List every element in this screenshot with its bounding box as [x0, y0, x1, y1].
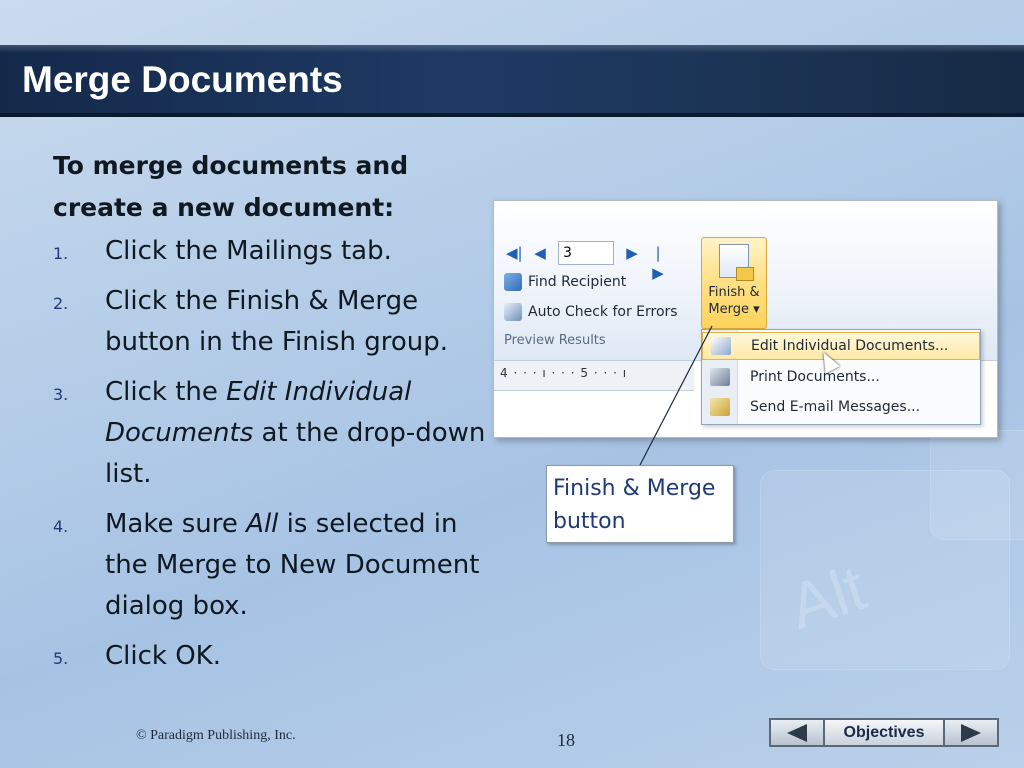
next-record-icon[interactable]: ▶	[624, 243, 640, 263]
menu-item-label: Print Documents...	[750, 369, 880, 385]
auto-check-label: Auto Check for Errors	[528, 304, 678, 320]
step-item: 5. Click OK.	[53, 636, 493, 677]
finish-merge-dropdown: Edit Individual Documents... Print Docum…	[701, 329, 981, 425]
record-navigation: ◀| ◀ 3 ▶ |▶	[506, 241, 666, 282]
step-item: 3. Click the Edit Individual Documents a…	[53, 372, 493, 495]
step-item: 4. Make sure All is selected in the Merg…	[53, 504, 493, 627]
ribbon-screenshot: ◀| ◀ 3 ▶ |▶ Find Recipient Auto Check fo…	[493, 200, 998, 438]
triangle-left-icon	[787, 723, 807, 742]
step-text: Click the Mailings tab.	[105, 236, 392, 266]
step-number: 3.	[53, 385, 69, 404]
triangle-right-icon	[961, 723, 981, 742]
title-bar: Merge Documents	[0, 45, 1024, 117]
objectives-button[interactable]: Objectives	[825, 718, 943, 747]
finish-merge-button[interactable]: Finish & Merge ▾	[701, 237, 767, 329]
copyright-text: © Paradigm Publishing, Inc.	[136, 728, 296, 743]
email-icon	[710, 398, 730, 416]
last-record-icon[interactable]: |▶	[650, 243, 666, 282]
menu-item-label: Send E-mail Messages...	[750, 399, 921, 415]
slide-navigation: Objectives	[769, 718, 999, 747]
step-number: 5.	[53, 649, 69, 668]
first-record-icon[interactable]: ◀|	[506, 243, 523, 263]
next-slide-button[interactable]	[943, 718, 999, 747]
find-recipient-icon	[504, 273, 522, 291]
step-item: 1. Click the Mailings tab.	[53, 231, 493, 272]
step-number: 2.	[53, 294, 69, 313]
step-text: Click the	[105, 377, 227, 407]
instructions: To merge documents and create a new docu…	[53, 145, 493, 686]
print-icon	[710, 368, 730, 386]
find-recipient-label: Find Recipient	[528, 274, 627, 290]
background-key-shape	[930, 430, 1024, 540]
step-item: 2. Click the Finish & Merge button in th…	[53, 281, 493, 363]
previous-slide-button[interactable]	[769, 718, 825, 747]
step-number: 4.	[53, 517, 69, 536]
menu-item-label: Edit Individual Documents...	[751, 338, 949, 354]
step-emphasis: All	[246, 509, 279, 539]
step-text: Click OK.	[105, 641, 221, 671]
record-number-field[interactable]: 3	[558, 241, 614, 265]
auto-check-button[interactable]: Auto Check for Errors	[504, 303, 678, 321]
intro-heading: To merge documents and create a new docu…	[53, 151, 409, 222]
menu-item-send-email[interactable]: Send E-mail Messages...	[702, 393, 980, 421]
ruler: 4 · · · ı · · · 5 · · · ı	[494, 361, 694, 391]
step-text: Click the Finish & Merge button in the F…	[105, 286, 448, 357]
finish-merge-label-line2: Merge ▾	[708, 302, 760, 317]
step-text: Make sure	[105, 509, 247, 539]
menu-item-edit-individual-documents[interactable]: Edit Individual Documents...	[702, 332, 980, 360]
slide-title: Merge Documents	[22, 59, 343, 100]
callout-finish-merge: Finish & Merge button	[546, 465, 734, 543]
page-number: 18	[557, 730, 575, 750]
finish-merge-icon	[719, 244, 754, 281]
step-number: 1.	[53, 244, 69, 263]
preview-results-group-label: Preview Results	[504, 333, 606, 348]
previous-record-icon[interactable]: ◀	[532, 243, 548, 263]
find-recipient-button[interactable]: Find Recipient	[504, 273, 626, 291]
edit-documents-icon	[711, 337, 731, 355]
menu-item-print-documents[interactable]: Print Documents...	[702, 363, 980, 391]
finish-merge-label-line1: Finish &	[708, 285, 760, 300]
auto-check-icon	[504, 303, 522, 321]
steps-list: 1. Click the Mailings tab. 2. Click the …	[53, 231, 493, 677]
